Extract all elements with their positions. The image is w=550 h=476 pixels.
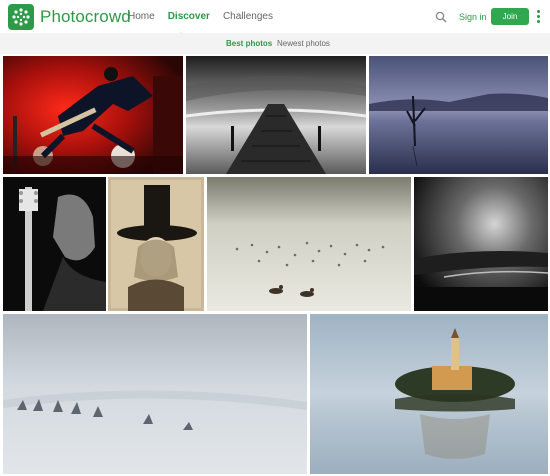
search-icon[interactable] bbox=[435, 10, 447, 28]
logo[interactable]: Photocrowd bbox=[8, 4, 131, 30]
nav-discover[interactable]: Discover bbox=[168, 11, 210, 22]
photo-sort-tabs: Best photos Newest photos bbox=[0, 33, 550, 54]
photo-tile-dusk-lake[interactable] bbox=[369, 56, 548, 174]
photo-tile-pier[interactable] bbox=[186, 56, 366, 174]
nav-challenges[interactable]: Challenges bbox=[223, 11, 273, 22]
main-nav: Home Discover Challenges bbox=[128, 11, 286, 22]
nav-home[interactable]: Home bbox=[128, 11, 155, 22]
photo-tile-bass-portrait[interactable] bbox=[3, 177, 106, 311]
photo-tile-dark-seascape[interactable] bbox=[414, 177, 548, 311]
top-navigation-bar: Photocrowd Home Discover Challenges Sign… bbox=[0, 0, 550, 36]
join-button[interactable]: Join bbox=[491, 8, 529, 25]
more-vertical-icon[interactable] bbox=[536, 10, 540, 23]
photo-tile-misty-birds[interactable] bbox=[207, 177, 411, 311]
tab-best-photos[interactable]: Best photos bbox=[226, 39, 272, 48]
photo-tile-snow-field[interactable] bbox=[3, 314, 307, 474]
sign-in-link[interactable]: Sign in bbox=[459, 12, 487, 22]
tab-newest-photos[interactable]: Newest photos bbox=[277, 39, 330, 48]
photo-tile-guitarist[interactable] bbox=[3, 56, 183, 174]
photo-tile-bled-island[interactable] bbox=[310, 314, 548, 474]
photocrowd-logo-icon bbox=[8, 4, 34, 30]
photo-tile-top-hat-girl[interactable] bbox=[108, 177, 204, 311]
brand-name: Photocrowd bbox=[40, 7, 131, 26]
